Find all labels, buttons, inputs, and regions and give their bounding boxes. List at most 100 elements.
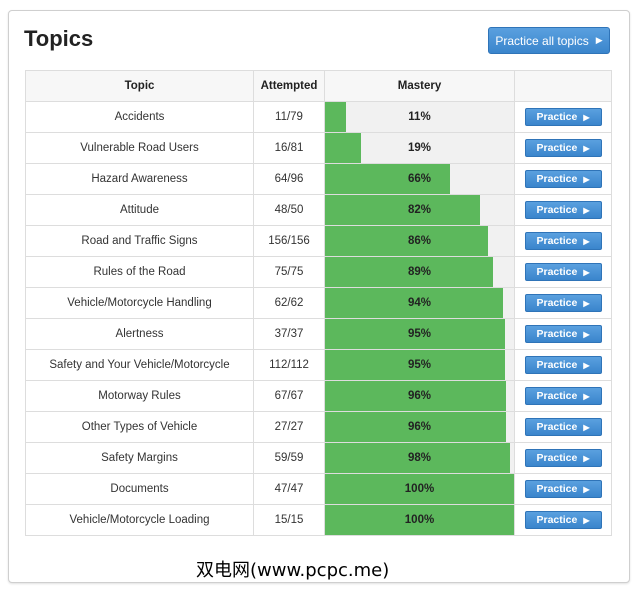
mastery-percent: 96% (407, 390, 432, 402)
table-row: Attitude 48/50 82% Practice ▶ (25, 194, 612, 226)
mastery-percent: 19% (407, 142, 432, 154)
practice-label: Practice (536, 483, 578, 495)
watermark: 双电网(www.pcpc.me) (196, 560, 390, 581)
practice-button[interactable]: Practice ▶ (524, 294, 602, 312)
mastery-cell: 100% (324, 473, 515, 505)
practice-button[interactable]: Practice ▶ (524, 232, 602, 250)
practice-label: Practice (536, 421, 578, 433)
column-header-topic: Topic (25, 70, 254, 102)
play-arrow-icon: ▶ (583, 174, 590, 184)
practice-label: Practice (536, 142, 578, 154)
table-header-row: Topic Attempted Mastery (25, 70, 612, 102)
practice-label: Practice (536, 297, 578, 309)
practice-label: Practice (536, 111, 578, 123)
practice-button[interactable]: Practice ▶ (524, 139, 602, 157)
table-row: Vehicle/Motorcycle Loading 15/15 100% Pract… (25, 504, 612, 536)
table-row: Accidents 11/79 11% Practice ▶ (25, 101, 612, 133)
play-arrow-icon: ▶ (583, 143, 590, 153)
topic-name: Vehicle/Motorcycle Loading (25, 504, 254, 536)
mastery-bar (325, 164, 450, 194)
topic-name: Other Types of Vehicle (25, 411, 254, 443)
table-row: Motorway Rules 67/67 96% Practice ▶ (25, 380, 612, 412)
practice-button[interactable]: Practice ▶ (524, 201, 602, 219)
practice-button[interactable]: Practice ▶ (524, 387, 602, 405)
practice-label: Practice (536, 328, 578, 340)
attempted-count: 59/59 (253, 442, 325, 474)
practice-all-label: Practice all topics (495, 33, 589, 48)
play-arrow-icon: ▶ (583, 267, 590, 277)
practice-button[interactable]: Practice ▶ (524, 108, 602, 126)
play-arrow-icon: ▶ (583, 205, 590, 215)
attempted-count: 64/96 (253, 163, 325, 195)
mastery-percent: 82% (407, 204, 432, 216)
play-arrow-icon: ▶ (583, 453, 590, 463)
topic-name: Accidents (25, 101, 254, 133)
mastery-percent: 95% (407, 359, 432, 371)
topic-name: Road and Traffic Signs (25, 225, 254, 257)
practice-button[interactable]: Practice ▶ (524, 449, 602, 467)
mastery-percent: 98% (407, 452, 432, 464)
table-row: Road and Traffic Signs 156/156 86% Practice… (25, 225, 612, 257)
action-cell: Practice ▶ (514, 349, 612, 381)
table-row: Other Types of Vehicle 27/27 96% Practice ▶ (25, 411, 612, 443)
practice-button[interactable]: Practice ▶ (524, 356, 602, 374)
practice-label: Practice (536, 266, 578, 278)
action-cell: Practice ▶ (514, 101, 612, 133)
topic-name: Attitude (25, 194, 254, 226)
topic-name: Documents (25, 473, 254, 505)
table-row: Safety and Your Vehicle/Motorcycle 112/11… (25, 349, 612, 381)
practice-button[interactable]: Practice ▶ (524, 170, 602, 188)
column-header-attempted: Attempted (253, 70, 325, 102)
practice-button[interactable]: Practice ▶ (524, 511, 602, 529)
attempted-count: 156/156 (253, 225, 325, 257)
practice-label: Practice (536, 173, 578, 185)
mastery-cell: 96% (324, 380, 515, 412)
table-row: Alertness 37/37 95% Practice ▶ (25, 318, 612, 350)
attempted-count: 67/67 (253, 380, 325, 412)
mastery-bar (325, 226, 488, 256)
practice-button[interactable]: Practice ▶ (524, 263, 602, 281)
practice-button[interactable]: Practice ▶ (524, 418, 602, 436)
play-arrow-icon: ▶ (595, 35, 603, 45)
mastery-cell: 96% (324, 411, 515, 443)
mastery-percent: 95% (407, 328, 432, 340)
attempted-count: 112/112 (253, 349, 325, 381)
mastery-cell: 66% (324, 163, 515, 195)
play-arrow-icon: ▶ (583, 112, 590, 122)
action-cell: Practice ▶ (514, 473, 612, 505)
action-cell: Practice ▶ (514, 256, 612, 288)
practice-button[interactable]: Practice ▶ (524, 325, 602, 343)
topic-name: Vehicle/Motorcycle Handling (25, 287, 254, 319)
practice-button[interactable]: Practice ▶ (524, 480, 602, 498)
attempted-count: 75/75 (253, 256, 325, 288)
action-cell: Practice ▶ (514, 411, 612, 443)
action-cell: Practice ▶ (514, 225, 612, 257)
attempted-count: 37/37 (253, 318, 325, 350)
topics-table: Topic Attempted Mastery Accidents 11/79 11… (25, 70, 612, 536)
play-arrow-icon: ▶ (583, 484, 590, 494)
mastery-bar (325, 133, 361, 163)
play-arrow-icon: ▶ (583, 391, 590, 401)
column-header-actions (514, 70, 612, 102)
mastery-cell: 11% (324, 101, 515, 133)
table-row: Vehicle/Motorcycle Handling 62/62 94% Pract… (25, 287, 612, 319)
practice-label: Practice (536, 452, 578, 464)
practice-all-topics-button[interactable]: Practice all topics ▶ (488, 27, 610, 54)
mastery-percent: 96% (407, 421, 432, 433)
table-row: Safety Margins 59/59 98% Practice ▶ (25, 442, 612, 474)
practice-label: Practice (536, 514, 578, 526)
attempted-count: 48/50 (253, 194, 325, 226)
mastery-percent: 11% (408, 111, 431, 123)
mastery-percent: 89% (407, 266, 432, 278)
attempted-count: 16/81 (253, 132, 325, 164)
play-arrow-icon: ▶ (583, 298, 590, 308)
attempted-count: 11/79 (253, 101, 325, 133)
action-cell: Practice ▶ (514, 442, 612, 474)
mastery-percent: 100% (404, 514, 435, 526)
topic-name: Motorway Rules (25, 380, 254, 412)
table-row: Rules of the Road 75/75 89% Practice ▶ (25, 256, 612, 288)
action-cell: Practice ▶ (514, 380, 612, 412)
action-cell: Practice ▶ (514, 504, 612, 536)
topic-name: Rules of the Road (25, 256, 254, 288)
practice-label: Practice (536, 204, 578, 216)
